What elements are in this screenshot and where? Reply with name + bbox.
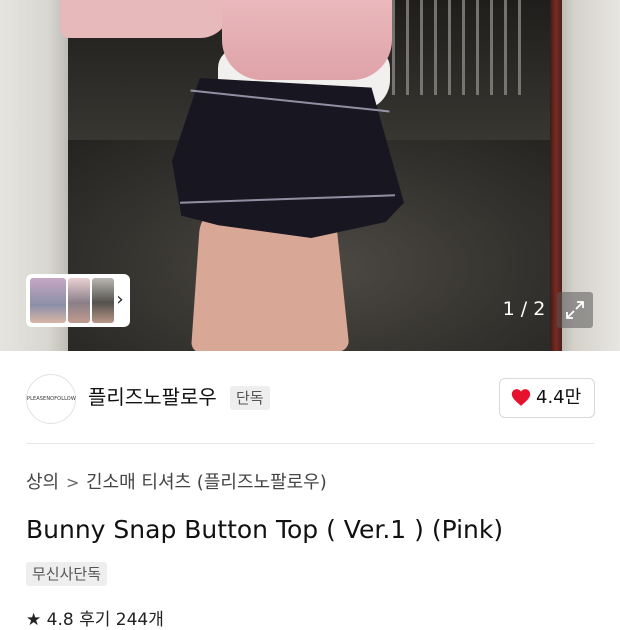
brand-name[interactable]: 플리즈노팔로우 — [88, 382, 217, 412]
expand-button[interactable] — [557, 292, 593, 328]
rating-summary[interactable]: ★ 4.8 후기 244개 — [26, 610, 164, 630]
thumbnail-image[interactable] — [30, 278, 66, 323]
brand-exclusive-tag: 단독 — [230, 386, 270, 410]
chevron-right-icon[interactable]: › — [110, 289, 130, 311]
model-skirt — [172, 78, 404, 238]
breadcrumb-category[interactable]: 상의 — [26, 470, 59, 496]
model-sweater — [222, 0, 392, 80]
background-gate — [392, 0, 532, 95]
brand-logo[interactable]: PLEASENOFOLLOW — [26, 374, 76, 424]
model-arm — [60, 0, 230, 38]
expand-icon — [566, 301, 584, 319]
thumbnail-image[interactable] — [68, 278, 90, 323]
breadcrumb-subcategory[interactable]: 긴소매 티셔츠 (플리즈노팔로우) — [86, 470, 327, 496]
chevron-right-icon: > — [66, 473, 80, 492]
product-title: Bunny Snap Button Top ( Ver.1 ) (Pink) — [26, 515, 504, 544]
divider — [26, 443, 594, 444]
product-image-gallery[interactable]: › 1 / 2 — [0, 0, 620, 351]
heart-icon — [511, 389, 531, 406]
exclusive-badge: 무신사단독 — [26, 562, 108, 586]
image-counter: 1 / 2 — [502, 298, 546, 320]
thumbnail-strip[interactable]: › — [26, 274, 130, 327]
like-button[interactable]: 4.4만 — [499, 378, 595, 418]
like-count: 4.4만 — [536, 387, 582, 408]
